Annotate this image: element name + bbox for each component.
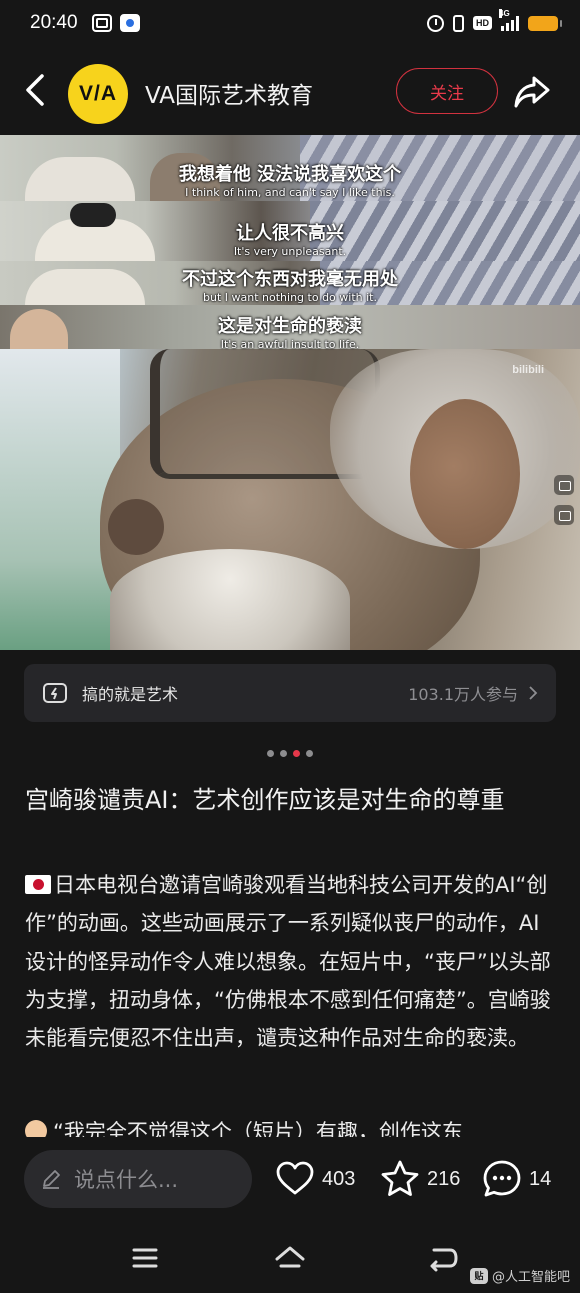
subtitle-cn: 这是对生命的亵渎 xyxy=(218,316,362,337)
like-count: 403 xyxy=(322,1167,356,1190)
post-image[interactable]: 我想着他 没法说我喜欢这个 I think of him, and can't … xyxy=(0,135,580,650)
subtitle: 不过这个东西对我毫无用处 but I want nothing to do wi… xyxy=(0,265,580,304)
back-button[interactable] xyxy=(18,70,54,110)
tieba-watermark: 贴 @人工智能吧 xyxy=(469,1266,570,1285)
hd-icon: HD xyxy=(473,16,492,30)
face-emoji-icon xyxy=(25,1120,47,1137)
post-body: 日本电视台邀请宫崎骏观看当地科技公司开发的AI“创作”的动画。这些动画展示了一系… xyxy=(25,866,559,1057)
vibrate-icon xyxy=(453,14,464,32)
subtitle-en: but I want nothing to do with it. xyxy=(203,291,377,304)
carousel-indicator xyxy=(0,750,580,757)
topic-participants: 103.1万人参与 xyxy=(408,685,518,704)
status-bar: 20:40 HD 4G xyxy=(0,0,580,46)
menu-icon[interactable] xyxy=(128,1242,162,1274)
status-indicators: HD 4G xyxy=(427,9,562,32)
alarm-icon xyxy=(427,14,444,32)
subtitle: 这是对生命的亵渎 It's an awful insult to life. xyxy=(0,312,580,351)
carousel-dot-active xyxy=(293,750,300,757)
comment-count: 14 xyxy=(529,1167,552,1190)
carousel-dot xyxy=(267,750,274,757)
avatar-logo: V/A xyxy=(78,82,117,105)
watermark-text: @人工智能吧 xyxy=(491,1270,570,1285)
closeup-frame xyxy=(0,349,580,650)
subtitle-en: It's very unpleasant. xyxy=(233,245,347,258)
subtitle-cn: 让人很不高兴 xyxy=(236,223,344,244)
carousel-dot xyxy=(306,750,313,757)
browser-app-icon xyxy=(119,14,140,32)
screenshot-icon[interactable] xyxy=(554,475,574,495)
avatar[interactable]: V/A xyxy=(68,64,128,124)
carousel-dot xyxy=(280,750,287,757)
follow-button[interactable]: 关注 xyxy=(396,68,498,114)
tieba-logo-icon: 贴 xyxy=(469,1267,488,1284)
subtitle: 我想着他 没法说我喜欢这个 I think of him, and can't … xyxy=(0,160,580,199)
status-time: 20:40 xyxy=(30,12,78,33)
post-body-continued: “我完全不觉得这个（短片）有趣，创作这东 xyxy=(25,1116,559,1137)
topic-icon xyxy=(43,683,67,703)
capture-icon[interactable] xyxy=(554,505,574,525)
account-name[interactable]: VA国际艺术教育 xyxy=(145,76,313,110)
chevron-right-icon xyxy=(529,686,538,700)
signal-icon: 4G xyxy=(499,9,519,31)
action-bar: 说点什么... 403 216 14 xyxy=(0,1138,580,1228)
comment-button[interactable]: 14 xyxy=(481,1158,551,1200)
post-header: V/A VA国际艺术教育 关注 xyxy=(0,56,580,124)
subtitle-cn: 不过这个东西对我毫无用处 xyxy=(182,269,398,290)
favorite-button[interactable]: 216 xyxy=(379,1158,460,1200)
star-icon xyxy=(381,1160,419,1196)
comment-bubble-icon xyxy=(483,1160,521,1197)
post-body-next-line: “我完全不觉得这个（短片）有趣，创作这东 xyxy=(53,1120,463,1137)
pencil-icon xyxy=(43,1170,60,1189)
like-button[interactable]: 403 xyxy=(274,1158,355,1200)
back-nav-icon[interactable] xyxy=(426,1242,460,1274)
post-body-text: 日本电视台邀请宫崎骏观看当地科技公司开发的AI“创作”的动画。这些动画展示了一系… xyxy=(25,873,551,1051)
network-type: 4G xyxy=(499,9,510,18)
subtitle-en: I think of him, and can't say I like thi… xyxy=(185,186,395,199)
japan-flag-icon xyxy=(25,875,51,894)
share-icon[interactable] xyxy=(512,72,552,110)
home-icon[interactable] xyxy=(273,1242,307,1274)
topic-label: 搞的就是艺术 xyxy=(82,685,179,704)
post-title: 宫崎骏谴责AI：艺术创作应该是对生命的尊重 xyxy=(25,786,505,814)
subtitle: 让人很不高兴 It's very unpleasant. xyxy=(0,219,580,258)
subtitle-en: It's an awful insult to life. xyxy=(220,338,360,351)
battery-icon xyxy=(528,15,562,31)
gallery-app-icon xyxy=(91,14,112,32)
heart-icon xyxy=(276,1161,314,1195)
system-navigation: 贴 @人工智能吧 xyxy=(0,1228,580,1293)
comment-input[interactable]: 说点什么... xyxy=(24,1150,252,1208)
subtitle-cn: 我想着他 没法说我喜欢这个 xyxy=(178,164,402,185)
bilibili-watermark: bilibili xyxy=(512,364,544,376)
favorite-count: 216 xyxy=(427,1167,461,1190)
comment-placeholder: 说点什么... xyxy=(74,1168,179,1192)
topic-bar[interactable]: 搞的就是艺术 103.1万人参与 xyxy=(24,664,556,722)
